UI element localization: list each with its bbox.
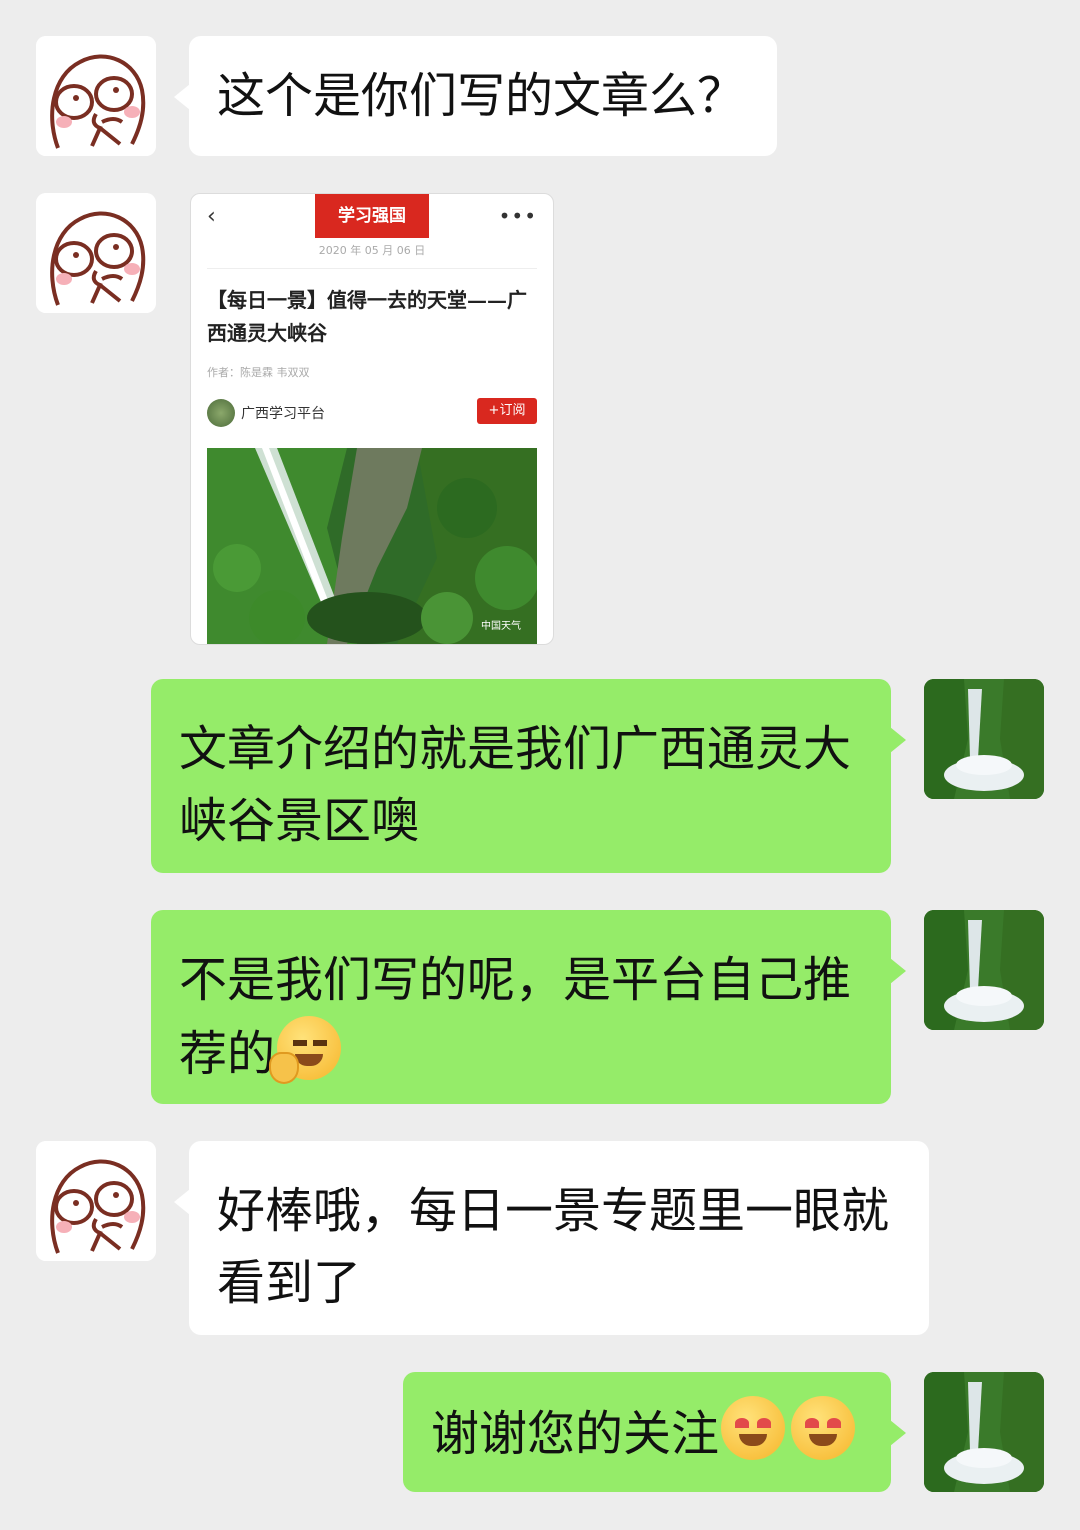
message-bubble[interactable]: 这个是你们写的文章么？ (174, 36, 777, 156)
waterfall-avatar-icon (924, 910, 1044, 1030)
message-text: 这个是你们写的文章么？ (217, 68, 746, 124)
more-icon: ••• (498, 204, 537, 228)
message-bubble[interactable]: 好棒哦，每日一景专题里一眼就看到了 (174, 1141, 929, 1335)
message-bubble[interactable]: 不是我们写的呢，是平台自己推荐的 (151, 910, 906, 1104)
peace-smile-emoji (269, 1016, 342, 1084)
waterfall-avatar-icon (924, 679, 1044, 799)
message-text: 谢谢您的关注 (431, 1406, 720, 1462)
divider (207, 268, 537, 269)
message-text: 文章介绍的就是我们广西通灵大峡谷景区噢 (179, 721, 852, 849)
heart-eyes-emoji (791, 1396, 856, 1460)
chevron-left-icon: ‹ (207, 204, 216, 229)
bubble-tail (174, 1189, 190, 1215)
canyon-waterfall-photo: 中国天气 (207, 448, 537, 644)
contact-avatar[interactable] (36, 36, 156, 156)
article-title: 【每日一景】值得一去的天堂——广西通灵大峡谷 (207, 288, 527, 345)
contact-avatar[interactable] (36, 1141, 156, 1261)
cartoon-face-avatar-icon (36, 193, 156, 313)
article-date: 2020 年 05 月 06 日 (318, 244, 426, 257)
contact-avatar[interactable] (36, 193, 156, 313)
message-bubble[interactable]: 谢谢您的关注 (403, 1372, 906, 1492)
waterfall-avatar-icon (924, 1372, 1044, 1492)
bubble-tail (890, 727, 906, 753)
bubble-tail (890, 958, 906, 984)
message-bubble[interactable]: 文章介绍的就是我们广西通灵大峡谷景区噢 (151, 679, 906, 873)
source-name: 广西学习平台 (241, 406, 325, 422)
user-avatar[interactable] (924, 910, 1044, 1030)
article-author: 作者：陈是霖 韦双双 (207, 366, 310, 379)
bubble-tail (174, 84, 190, 110)
weather-watermark: 中国天气 (481, 621, 521, 632)
message-text: 好棒哦，每日一景专题里一眼就看到了 (217, 1183, 890, 1311)
subscribe-button: +订阅 (477, 398, 537, 424)
user-avatar[interactable] (924, 1372, 1044, 1492)
article-screenshot-card[interactable]: ‹ 学习强国 ••• 2020 年 05 月 06 日 【每日一景】值得一去的天… (190, 193, 554, 645)
xuexi-logo: 学习强国 (315, 194, 429, 238)
cartoon-face-avatar-icon (36, 1141, 156, 1261)
user-avatar[interactable] (924, 679, 1044, 799)
source-avatar (207, 399, 235, 427)
bubble-tail (890, 1420, 906, 1446)
cartoon-face-avatar-icon (36, 36, 156, 156)
heart-eyes-emoji (721, 1396, 786, 1460)
